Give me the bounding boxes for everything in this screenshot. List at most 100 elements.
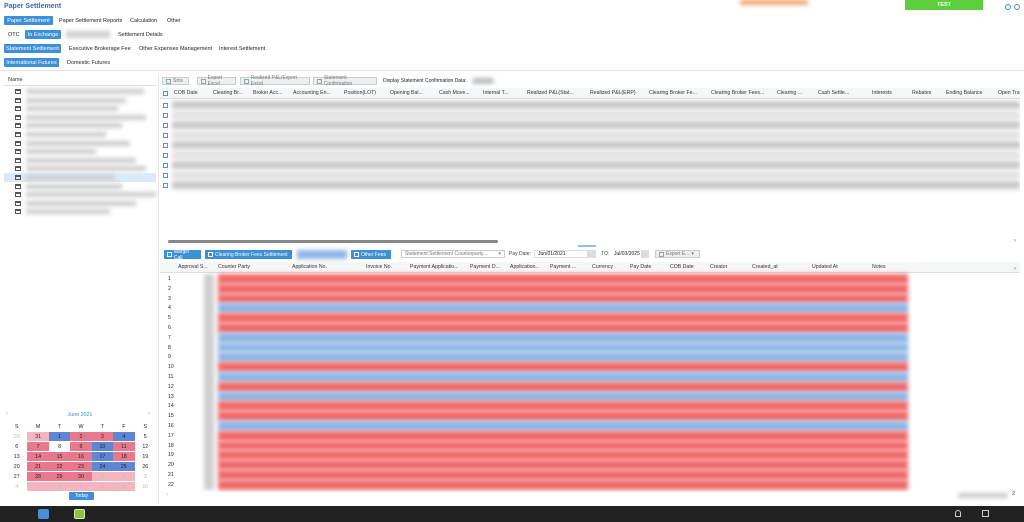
tab-interest-settlement[interactable]: Interest Settlement [219,44,265,53]
calendar-day[interactable]: 10 [135,482,156,491]
tree-item[interactable] [4,113,156,122]
calendar-day[interactable]: 7 [27,442,49,451]
top-grid-row[interactable] [172,131,1020,139]
notification-icon[interactable] [955,510,961,517]
select-all-checkbox[interactable] [163,91,168,96]
calendar-day[interactable]: 30 [70,472,92,481]
table-row[interactable] [218,430,908,441]
top-col-header[interactable]: Clearing ... [777,88,802,98]
pay-to-input[interactable]: Jul/03/2025 [611,250,640,258]
bottom-col-header[interactable]: Payment D... [470,262,500,272]
bottom-col-header[interactable]: Created_at [752,262,778,272]
table-row[interactable] [218,391,908,402]
calendar-day[interactable]: 23 [70,462,92,471]
table-row[interactable] [218,440,908,451]
top-col-header[interactable]: Accounting En... [293,88,331,98]
tree-item[interactable] [4,147,156,156]
calendar-day[interactable]: 5 [135,432,156,441]
taskbar-app-icon[interactable] [38,509,49,519]
pay-from-input[interactable]: Jun/01/2021 [534,250,588,258]
calendar-day[interactable]: 2 [113,472,135,481]
calendar-day[interactable]: 26 [135,462,156,471]
table-row[interactable] [218,332,908,343]
row-checkbox[interactable] [163,133,168,138]
right-scroll-icon[interactable]: › [1014,238,1016,244]
top-col-header[interactable]: Rebates [912,88,931,98]
tree-item[interactable] [4,104,156,113]
tree-item[interactable] [4,172,156,182]
tree-item[interactable] [4,156,156,165]
row-checkbox[interactable] [163,183,168,188]
tab-otc[interactable]: OTC [8,30,20,39]
calendar-day[interactable]: 16 [70,452,92,461]
top-scrollbar[interactable] [168,240,498,243]
table-row[interactable] [218,283,908,294]
table-row[interactable] [218,372,908,382]
calendar-day[interactable]: 29 [48,472,71,481]
calendar-next-icon[interactable]: › [148,411,150,417]
calendar-day[interactable]: 5 [27,482,49,491]
top-col-header[interactable]: Clearing Broker Fe... [649,88,697,98]
calendar-day[interactable]: 6 [48,482,71,491]
tab-international-futures[interactable]: International Futures [4,58,59,67]
tab-calculation[interactable]: Calculation [130,16,157,25]
calendar-day[interactable]: 6 [6,442,27,451]
top-col-header[interactable]: Internal T... [483,88,509,98]
counterparty-select[interactable]: Statement Settlement Counterparty... ▾ [401,250,505,258]
top-col-header[interactable]: Interests [872,88,892,98]
calendar-day[interactable]: 24 [91,462,114,471]
bottom-col-header[interactable]: Updated At [812,262,838,272]
calendar-day[interactable]: 27 [6,472,27,481]
row-checkbox[interactable] [163,103,168,108]
top-col-header[interactable]: Clearing Br... [213,88,243,98]
sms-button[interactable]: Sms [162,77,189,85]
top-col-header[interactable]: Ending Balance [946,88,982,98]
calendar-day[interactable]: 8 [91,482,114,491]
top-grid-row[interactable] [172,161,1020,169]
calendar-day[interactable]: 28 [27,472,49,481]
calendar-day[interactable]: 14 [27,452,49,461]
display-confirmation-toggle[interactable] [472,78,494,84]
taskbar-app2-icon[interactable] [74,509,85,519]
top-grid-row[interactable] [172,101,1020,109]
calendar-day[interactable]: 7 [70,482,92,491]
tree-item[interactable] [4,164,156,173]
tab-paper-settlement[interactable]: Paper Settlement [4,16,53,25]
top-grid-row[interactable] [172,111,1020,119]
calendar-day[interactable]: 9 [70,442,92,451]
top-col-header[interactable]: Realized P&L(Stat... [527,88,574,98]
statement-confirmation-button[interactable]: Statement Confirmation [313,75,377,87]
pay-to-calendar-icon[interactable] [641,250,649,258]
top-grid-row[interactable] [172,151,1020,159]
tab-other[interactable]: Other [167,16,181,25]
calendar-day[interactable]: 20 [6,462,27,471]
calendar-day[interactable]: 31 [27,432,49,441]
redacted-button[interactable] [297,250,347,259]
tree-item[interactable] [4,87,156,96]
calendar-day[interactable]: 4 [113,432,135,441]
table-row[interactable] [218,293,908,304]
splitter-handle[interactable] [578,245,596,247]
calendar-day[interactable]: 1 [48,432,71,441]
bottom-col-header[interactable]: Application... [510,262,540,272]
tree-item[interactable] [4,199,156,208]
top-col-header[interactable]: Position(LOT) [344,88,376,98]
calendar-day[interactable]: 15 [48,452,71,461]
top-col-header[interactable]: Cash Settle... [818,88,849,98]
calendar-day[interactable]: 9 [113,482,135,491]
tab-in-exchange[interactable]: In Exchange [25,30,61,39]
calendar-day[interactable]: 2 [70,432,92,441]
calendar-day[interactable]: 4 [6,482,27,491]
table-row[interactable] [218,411,908,421]
bottom-col-header[interactable]: Pay Date [630,262,651,272]
top-col-header[interactable]: Clearing Broker Fees... [711,88,764,98]
tree-item[interactable] [4,121,156,130]
table-row[interactable] [218,460,908,470]
realized-export-button[interactable]: Realized P&L/Export Excel [240,75,310,87]
calendar-day[interactable]: 11 [113,442,135,451]
tab-executive-brokerage-fee[interactable]: Executive Brokerage Fee [69,44,131,53]
page-indicator[interactable]: 2 [1012,491,1015,497]
logout-icon[interactable] [982,510,989,517]
top-col-header[interactable]: Open Tra [998,88,1020,98]
bottom-col-header[interactable]: Currency [592,262,613,272]
